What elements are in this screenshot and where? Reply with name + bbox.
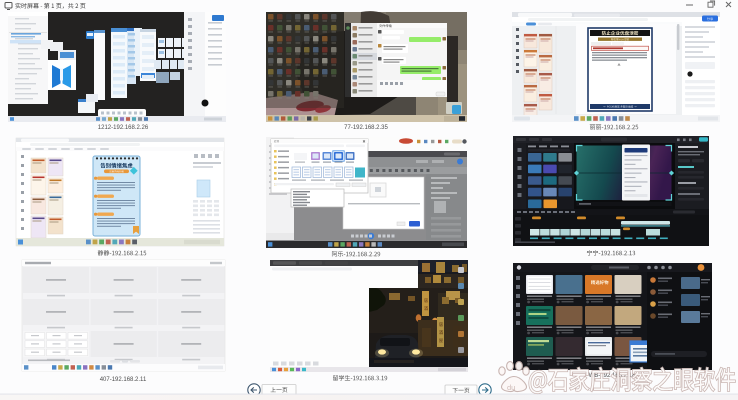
- svg-text:77-192.168.2.35: 77-192.168.2.35: [344, 125, 388, 131]
- svg-text:du: du: [507, 383, 515, 392]
- svg-text:407-192.168.2.11: 407-192.168.2.11: [100, 377, 147, 383]
- svg-text:1212-192.168.2.26: 1212-192.168.2.26: [98, 125, 149, 131]
